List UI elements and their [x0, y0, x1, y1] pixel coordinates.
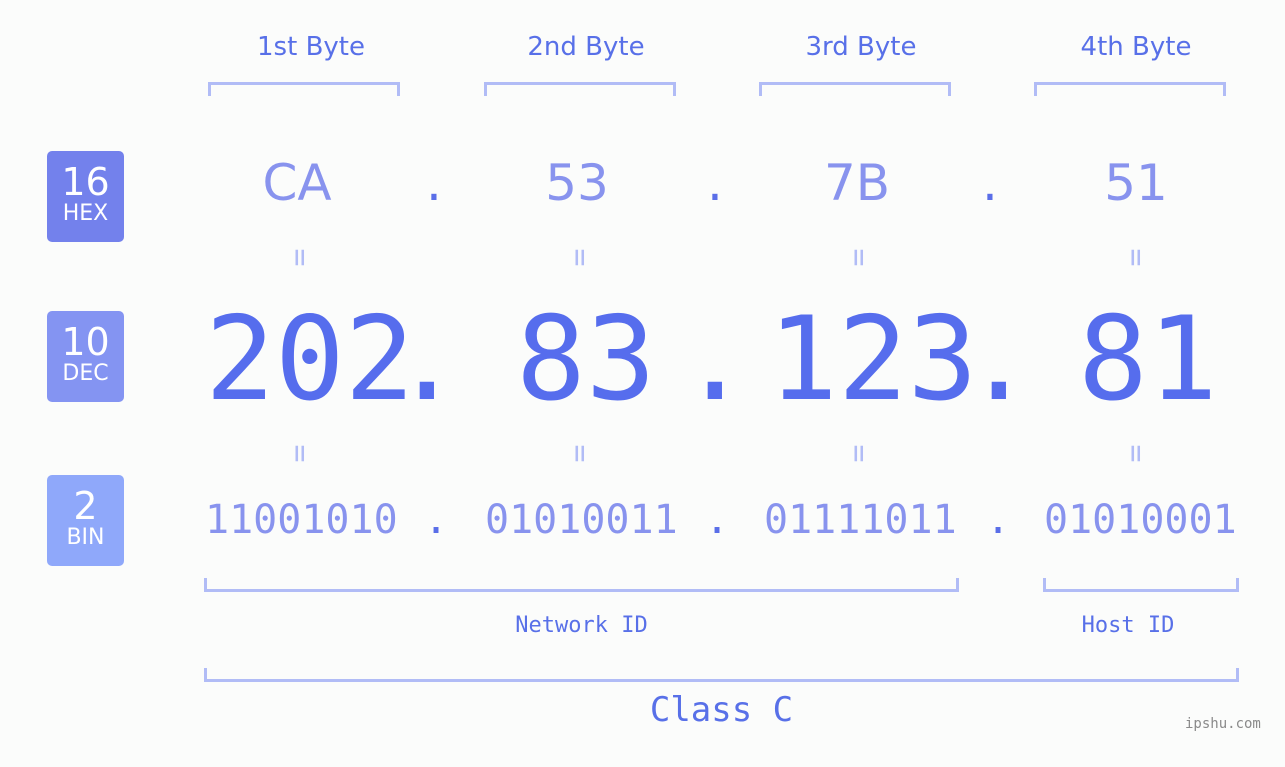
dec-label: DEC — [62, 361, 109, 386]
bin-value-2: 01010011 — [485, 497, 678, 543]
bin-value-1: 11001010 — [205, 497, 398, 543]
equals-icon: = — [282, 444, 318, 463]
dec-separator-1: . — [392, 292, 462, 427]
network-id-bracket — [204, 578, 959, 592]
equals-icon: = — [562, 444, 598, 463]
hex-separator-2: . — [707, 154, 723, 212]
hex-value-4: 51 — [1104, 154, 1168, 212]
equals-icon: = — [1118, 248, 1154, 267]
byte-bracket-2 — [484, 82, 676, 96]
dec-value-4: 81 — [1078, 292, 1218, 427]
equals-icon: = — [1118, 444, 1154, 463]
bin-separator-1: . — [424, 497, 449, 543]
host-id-label: Host ID — [1081, 613, 1175, 638]
byte-bracket-1 — [208, 82, 400, 96]
bin-value-4: 01010001 — [1044, 497, 1237, 543]
bin-separator-3: . — [986, 497, 1011, 543]
byte-label-2: 2nd Byte — [527, 32, 645, 62]
dec-separator-3: . — [964, 292, 1034, 427]
class-bracket — [204, 668, 1239, 682]
byte-label-1: 1st Byte — [257, 32, 365, 62]
hex-base: 16 — [61, 160, 110, 204]
equals-icon: = — [282, 248, 318, 267]
equals-icon: = — [841, 248, 877, 267]
host-id-bracket — [1043, 578, 1239, 592]
bin-label: BIN — [66, 525, 105, 550]
hex-label: HEX — [62, 201, 109, 226]
dec-badge: 10 DEC — [47, 311, 124, 402]
bin-base: 2 — [73, 484, 98, 528]
class-label: Class C — [649, 690, 794, 730]
dec-base: 10 — [61, 320, 110, 364]
equals-icon: = — [562, 248, 598, 267]
dec-value-1: 202 — [205, 292, 415, 427]
bin-value-3: 01111011 — [764, 497, 957, 543]
byte-bracket-4 — [1034, 82, 1226, 96]
hex-separator-3: . — [982, 154, 998, 212]
watermark: ipshu.com — [1185, 716, 1261, 732]
dec-value-3: 123 — [768, 292, 978, 427]
hex-value-1: CA — [262, 154, 332, 212]
byte-label-4: 4th Byte — [1080, 32, 1192, 62]
equals-icon: = — [841, 444, 877, 463]
hex-badge: 16 HEX — [47, 151, 124, 242]
network-id-label: Network ID — [515, 613, 648, 638]
byte-label-3: 3rd Byte — [805, 32, 917, 62]
hex-value-3: 7B — [823, 154, 891, 212]
hex-separator-1: . — [426, 154, 442, 212]
dec-separator-2: . — [680, 292, 750, 427]
byte-bracket-3 — [759, 82, 951, 96]
hex-value-2: 53 — [545, 154, 609, 212]
bin-separator-2: . — [705, 497, 730, 543]
bin-badge: 2 BIN — [47, 475, 124, 566]
dec-value-2: 83 — [516, 292, 656, 427]
